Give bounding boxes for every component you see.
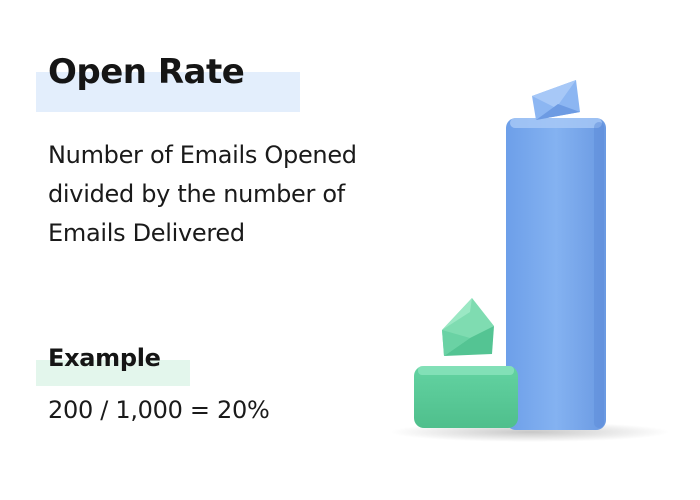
open-rate-card: Open Rate Number of Emails Opened divide… (0, 0, 700, 500)
envelope-icon (442, 298, 494, 356)
short-bar (414, 366, 518, 428)
envelope-icon (532, 80, 580, 120)
bar-illustration (390, 80, 670, 442)
definition-text: Number of Emails Opened divided by the n… (48, 141, 357, 247)
title-block: Open Rate (36, 52, 300, 112)
tall-bar (506, 118, 606, 430)
example-heading: Example (48, 344, 161, 372)
page-title: Open Rate (48, 52, 245, 92)
example-formula: 200 / 1,000 = 20% (48, 396, 270, 424)
example-heading-block: Example (36, 344, 190, 386)
